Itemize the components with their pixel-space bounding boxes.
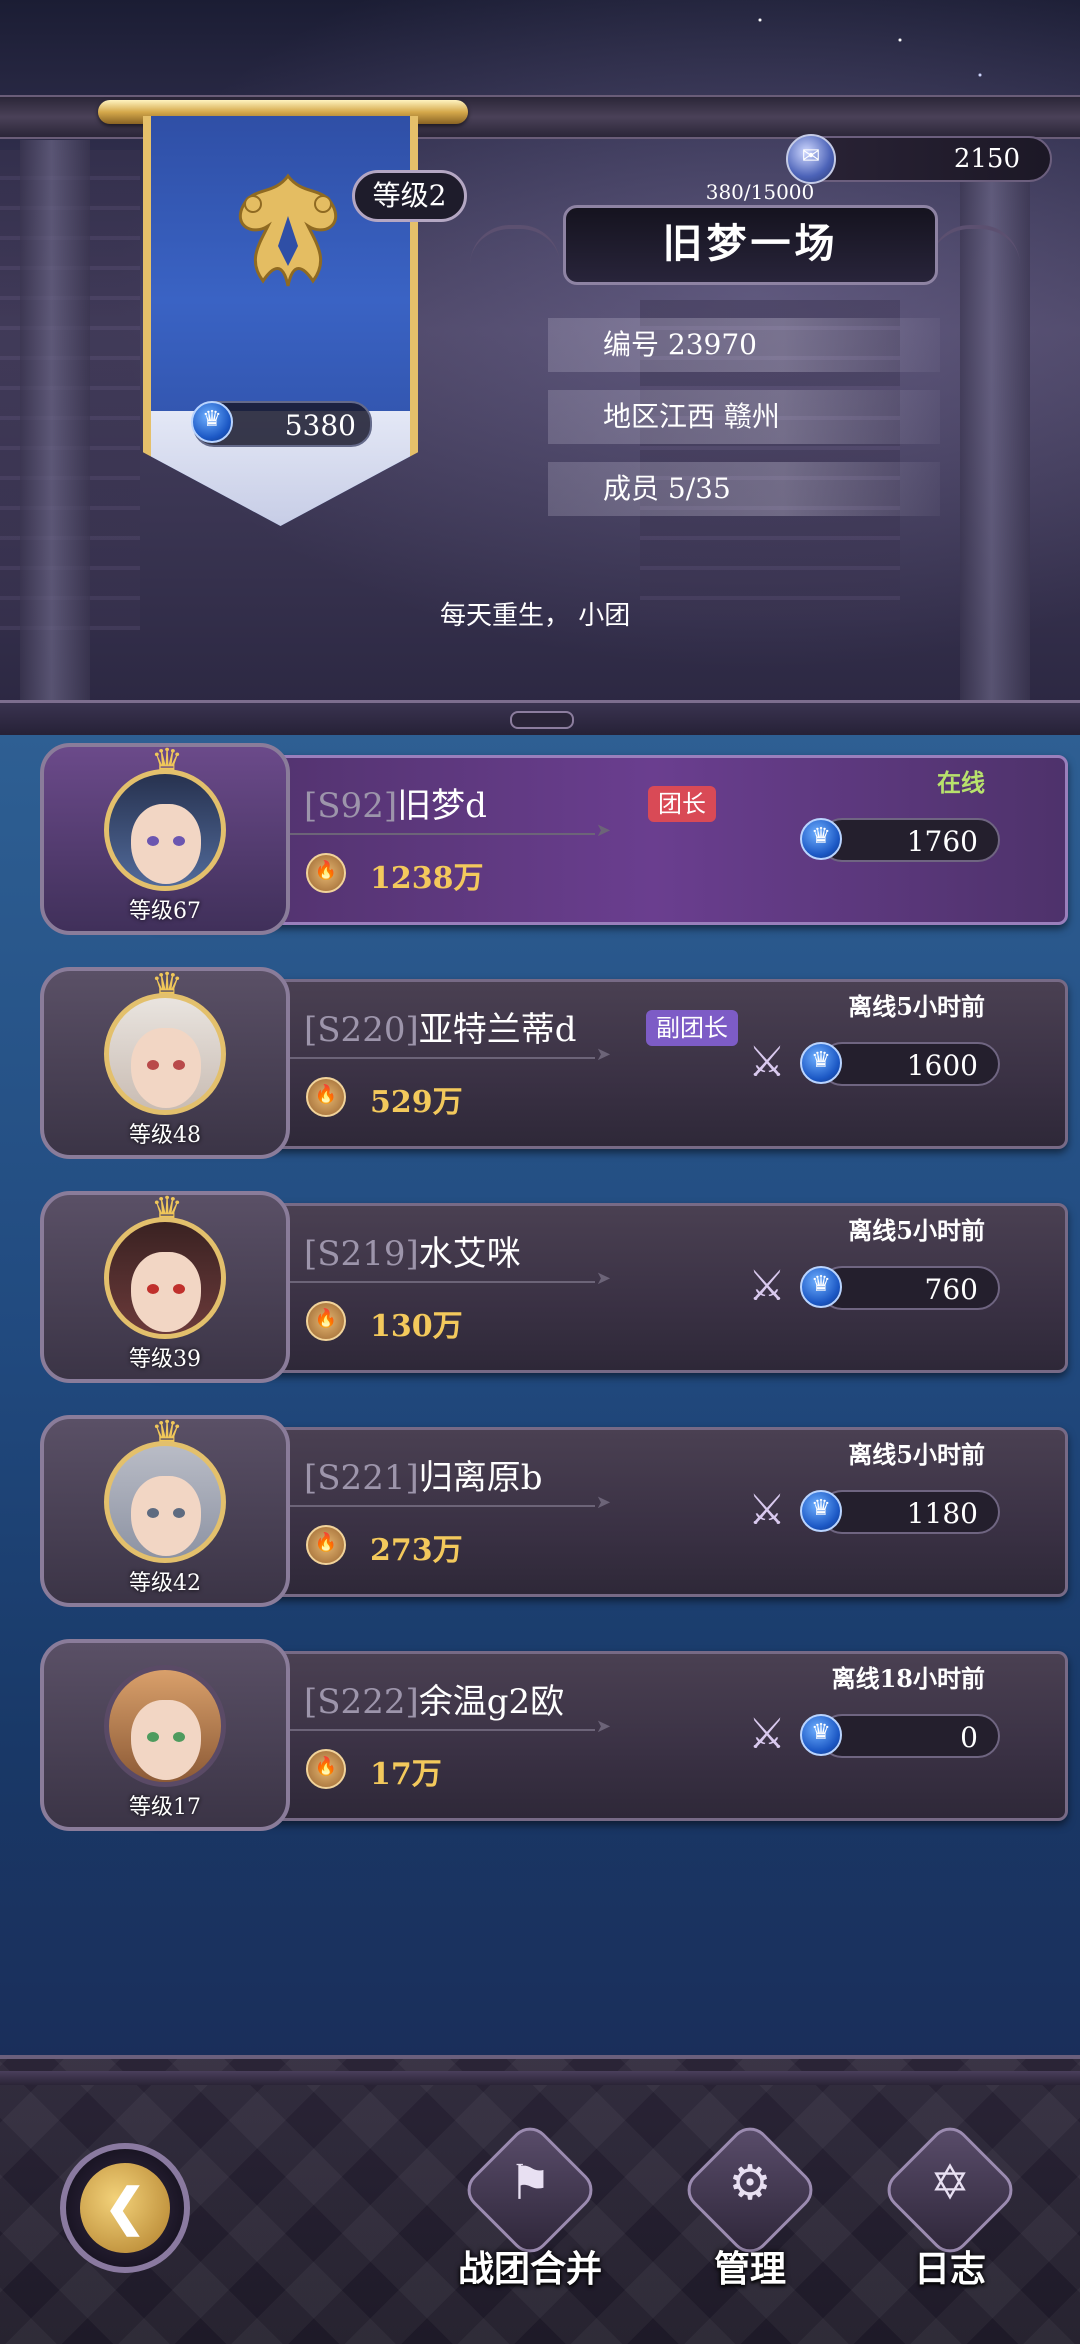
banner-icon: ⚑ xyxy=(508,2155,552,2211)
contribution-value: 1760 xyxy=(906,825,978,858)
member-status: 离线18小时前 xyxy=(831,1664,985,1693)
merge-button[interactable]: ⚑ 战团合并 xyxy=(445,2119,615,2300)
contribution-pill: 1180 xyxy=(800,1490,1000,1534)
night-sky xyxy=(0,0,1080,100)
member-status: 在线 xyxy=(937,768,985,797)
swords-icon[interactable]: ⚔ xyxy=(732,1027,802,1097)
contribution-pill: 1600 xyxy=(800,1042,1000,1086)
contribution-value: 1600 xyxy=(906,1049,978,1082)
log-button[interactable]: ✡ 日志 xyxy=(865,2119,1035,2300)
member-list[interactable]: ♛ 等级67 [S92]旧梦d 1238万 团长 在线 1760 ♛ 等级48 … xyxy=(0,735,1080,2065)
swords-icon[interactable]: ⚔ xyxy=(732,1699,802,1769)
avatar[interactable] xyxy=(104,1441,226,1563)
role-badge-leader: 团长 xyxy=(648,786,716,822)
guild-id-row: 编号 23970 xyxy=(548,318,940,372)
flame-icon xyxy=(306,1749,346,1789)
currency-value: 2150 xyxy=(953,144,1020,174)
member-name: [S219]水艾咪 xyxy=(304,1234,521,1274)
currency-pill[interactable]: 2150 xyxy=(786,134,1052,184)
avatar[interactable] xyxy=(104,1217,226,1339)
flame-icon xyxy=(306,1077,346,1117)
crown-shield-icon xyxy=(800,1714,842,1756)
divider-arrow xyxy=(290,1492,611,1513)
manage-button[interactable]: ⚙ 管理 xyxy=(665,2119,835,2300)
avatar[interactable] xyxy=(104,1665,226,1787)
member-power: 17万 xyxy=(370,1757,442,1792)
contribution-pill: 760 xyxy=(800,1266,1000,1310)
guild-power-pill: 5380 xyxy=(191,401,372,447)
contribution-value: 1180 xyxy=(906,1497,978,1530)
guild-region-row: 地区江西 赣州 xyxy=(548,390,940,444)
guild-power-value: 5380 xyxy=(284,409,356,442)
avatar[interactable] xyxy=(104,993,226,1115)
member-power: 130万 xyxy=(370,1309,463,1344)
guild-header: 5380 等级2 2150 380/15000 旧梦一场 编号 23970 地区… xyxy=(0,0,1080,735)
member-power: 273万 xyxy=(370,1533,463,1568)
guild-members-row: 成员 5/35 xyxy=(548,462,940,516)
contribution-value: 0 xyxy=(960,1721,978,1754)
swords-icon[interactable]: ⚔ xyxy=(732,1251,802,1321)
role-badge-vice-leader: 副团长 xyxy=(646,1010,738,1046)
crown-shield-icon xyxy=(800,818,842,860)
member-level: 等级48 xyxy=(129,1123,201,1148)
log-label: 日志 xyxy=(913,2248,986,2290)
back-arrow-icon xyxy=(80,2163,170,2253)
member-status: 离线5小时前 xyxy=(848,992,985,1021)
header-frame-bottom xyxy=(0,700,1080,735)
member-name: [S221]归离原b xyxy=(304,1458,543,1498)
flame-icon xyxy=(306,1301,346,1341)
member-power: 529万 xyxy=(370,1085,463,1120)
member-status: 离线5小时前 xyxy=(848,1216,985,1245)
crown-shield-icon xyxy=(800,1042,842,1084)
member-power: 1238万 xyxy=(370,861,484,896)
member-status: 离线5小时前 xyxy=(848,1440,985,1469)
member-card[interactable]: ♛ 等级67 [S92]旧梦d 1238万 团长 在线 1760 xyxy=(40,743,1068,935)
pillar-left xyxy=(20,140,90,735)
back-button[interactable] xyxy=(60,2143,190,2273)
member-card[interactable]: 等级17 [S222]余温g2欧 17万 ⚔ 离线18小时前 0 xyxy=(40,1639,1068,1831)
crown-shield-icon xyxy=(800,1266,842,1308)
book-icon: ✡ xyxy=(929,2155,971,2211)
member-card[interactable]: ♛ 等级42 [S221]归离原b 273万 ⚔ 离线5小时前 1180 xyxy=(40,1415,1068,1607)
member-level: 等级17 xyxy=(129,1795,201,1820)
flame-icon xyxy=(306,1525,346,1565)
divider-arrow xyxy=(290,1716,611,1737)
guild-motto: 每天重生， 小团 xyxy=(440,601,631,631)
flame-icon xyxy=(306,853,346,893)
crown-shield-icon xyxy=(800,1490,842,1532)
member-card[interactable]: ♛ 等级48 [S220]亚特兰蒂d 529万 副团长 ⚔ 离线5小时前 160… xyxy=(40,967,1068,1159)
swords-icon[interactable]: ⚔ xyxy=(732,1475,802,1545)
gears-icon: ⚙ xyxy=(728,2155,772,2211)
member-card[interactable]: ♛ 等级39 [S219]水艾咪 130万 ⚔ 离线5小时前 760 xyxy=(40,1191,1068,1383)
member-name: [S220]亚特兰蒂d xyxy=(304,1010,577,1050)
contribution-pill: 0 xyxy=(800,1714,1000,1758)
crown-shield-icon xyxy=(191,401,233,443)
guild-banner[interactable]: 5380 xyxy=(98,96,468,536)
avatar[interactable] xyxy=(104,769,226,891)
member-level: 等级67 xyxy=(129,899,201,924)
member-level: 等级42 xyxy=(129,1571,201,1596)
guild-name: 旧梦一场 xyxy=(563,205,938,285)
guild-exp-text: 380/15000 xyxy=(705,180,815,204)
contribution-value: 760 xyxy=(924,1273,978,1306)
divider-arrow xyxy=(290,1268,611,1289)
title-ornament-left xyxy=(470,225,560,269)
divider-arrow xyxy=(290,820,611,841)
gem-icon xyxy=(786,134,836,184)
contribution-pill: 1760 xyxy=(800,818,1000,862)
member-level: 等级39 xyxy=(129,1347,201,1372)
merge-label: 战团合并 xyxy=(457,2248,602,2290)
manage-label: 管理 xyxy=(713,2248,786,2290)
divider-arrow xyxy=(290,1044,611,1065)
member-name: [S92]旧梦d xyxy=(304,786,487,826)
member-name: [S222]余温g2欧 xyxy=(304,1682,565,1722)
guild-level-badge: 等级2 xyxy=(352,170,467,222)
